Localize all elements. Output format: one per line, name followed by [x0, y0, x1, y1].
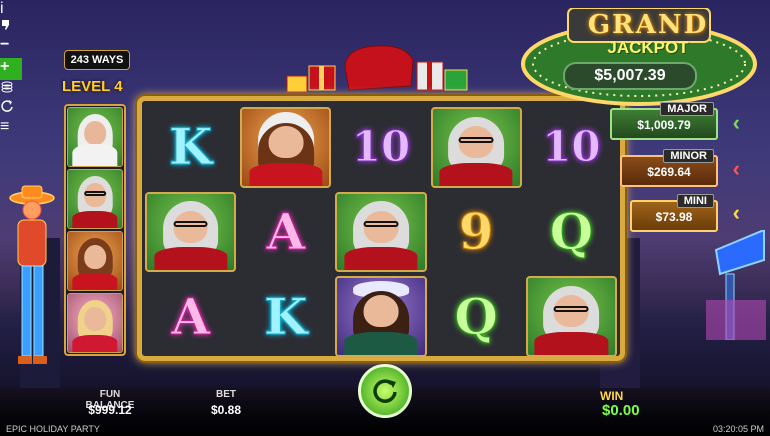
balance-value: $999.12: [88, 403, 132, 417]
minor-value: $269.64: [647, 165, 691, 179]
win-label: WIN: [600, 389, 624, 403]
game-title: EPIC HOLIDAY PARTY: [6, 424, 100, 434]
symbol-elf-girl: [240, 107, 332, 188]
mini-label: MINI: [676, 194, 714, 208]
symbol-mrs-claus: [525, 276, 617, 357]
minus-icon: −: [0, 36, 10, 53]
symbol-A: A: [266, 201, 306, 261]
symbol-Q: Q: [549, 201, 594, 261]
major-value: $1,009.79: [637, 118, 691, 132]
bet-increase-button[interactable]: +: [0, 58, 22, 80]
symbol-10: 10: [542, 122, 601, 172]
minor-chevron-icon: ‹: [732, 156, 740, 181]
symbol-mrs-claus: [430, 107, 522, 188]
symbol-9: 9: [458, 201, 494, 261]
sidebar-mrs-claus-symbol: [67, 169, 123, 229]
sidebar-elf-girl-symbol: [67, 231, 123, 291]
symbol-K: K: [168, 117, 213, 177]
grand-title: GRAND: [587, 10, 709, 40]
symbol-A: A: [171, 286, 211, 346]
major-chevron-icon: ‹: [732, 110, 740, 135]
neon-cowboy-sign: [9, 185, 55, 364]
symbol-mrs-claus: [335, 191, 427, 273]
symbol-K: K: [264, 286, 308, 346]
mini-jackpot: MINI $73.98: [630, 194, 718, 232]
jackpot-label: JACKPOT: [607, 38, 689, 57]
spin-button[interactable]: [358, 364, 412, 418]
symbol-mrs-claus: [145, 191, 237, 273]
symbol-Q: Q: [454, 286, 499, 346]
menu-icon: ≡: [0, 118, 10, 135]
sidebar-blonde-girl-symbol: [67, 293, 123, 353]
minor-label: MINOR: [663, 149, 714, 163]
bonus-symbol-sidebar: [64, 104, 126, 356]
grand-jackpot-value: $5,007.39: [563, 62, 697, 90]
major-jackpot: MAJOR $1,009.79: [610, 102, 718, 140]
mini-value: $73.98: [655, 210, 693, 224]
bet-label: BET: [216, 389, 236, 400]
win-value: $0.00: [602, 402, 640, 419]
autoplay-icon: [1, 100, 13, 112]
bet-value: $0.88: [210, 403, 242, 417]
presents-decoration: [286, 45, 468, 93]
reel-grid: K 10 10 A 9 Q A K Q: [145, 107, 617, 357]
symbol-brunette: [335, 276, 427, 357]
neon-vegas-sign: [706, 230, 766, 340]
ways-badge: 243 WAYS: [64, 50, 130, 70]
symbol-10: 10: [351, 122, 411, 172]
thumbs-down-icon: [2, 20, 9, 30]
spin-arrow-icon: [373, 379, 397, 403]
plus-icon: +: [0, 58, 10, 75]
coin-stack-icon: [1, 81, 13, 93]
info-icon: i: [0, 0, 4, 17]
bet-decrease-button[interactable]: −: [0, 36, 22, 58]
clock: 03:20:05 PM: [712, 424, 764, 434]
mini-chevron-icon: ‹: [732, 200, 740, 225]
level-indicator: LEVEL 4: [62, 78, 123, 95]
minor-jackpot: MINOR $269.64: [620, 149, 718, 187]
major-label: MAJOR: [660, 102, 714, 116]
sidebar-santa-symbol: [67, 107, 123, 167]
